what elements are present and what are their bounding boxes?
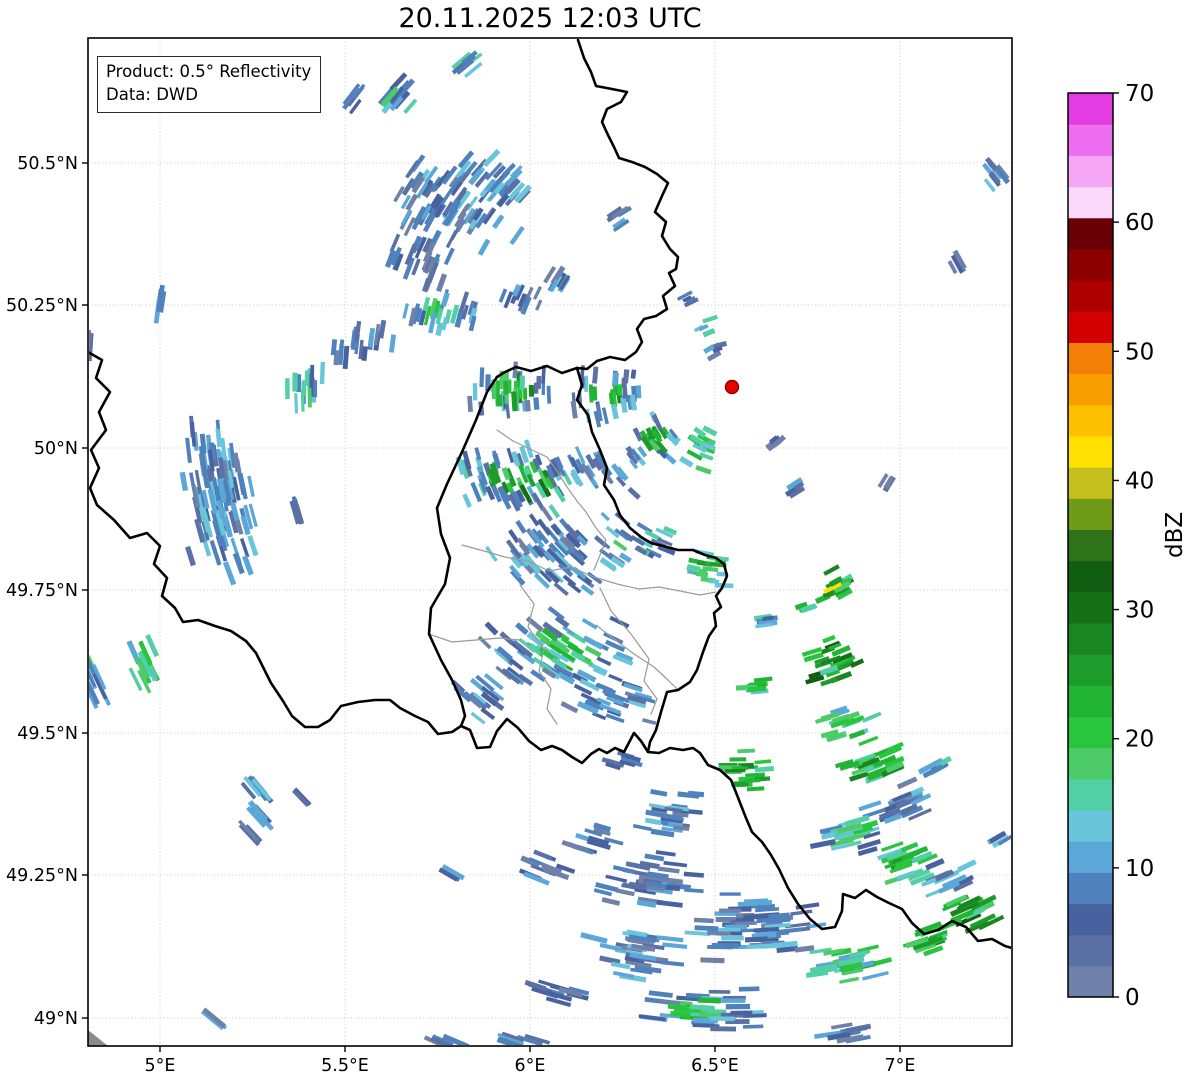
colorbar-tick-label: 60 (1125, 210, 1154, 236)
y-tick-label: 49.5°N (17, 724, 78, 744)
product-line: Product: 0.5° Reflectivity (106, 62, 312, 81)
x-tick-label: 6°E (515, 1056, 546, 1076)
figure-title: 20.11.2025 12:03 UTC (398, 3, 702, 34)
data-source-line: Data: DWD (106, 85, 198, 105)
radar-figure: 5°E 5.5°E 6°E 6.5°E 7°E 50.5°N 50.25°N 50°N 49.7… (0, 0, 1202, 1081)
radar-echoes (89, 50, 1011, 1045)
map-canvas: 5°E 5.5°E 6°E 6.5°E 7°E 50.5°N 50.25°N 50°N 49.7… (6, 37, 1154, 1076)
x-tick-label: 5.5°E (321, 1056, 369, 1076)
y-tick-label: 50.25°N (6, 296, 78, 316)
corner-wedge (88, 1030, 108, 1046)
colorbar-tick-label: 0 (1125, 985, 1140, 1011)
x-tick-label: 5°E (145, 1056, 176, 1076)
product-annotation-box: Product: 0.5° Reflectivity Data: DWD (97, 56, 322, 113)
colorbar-tick-label: 20 (1125, 727, 1154, 753)
colorbar (1067, 92, 1114, 998)
y-tick-label: 50.5°N (17, 154, 78, 174)
y-tick-label: 49.25°N (6, 866, 78, 886)
colorbar-tick-label: 10 (1125, 856, 1154, 882)
y-tick-label: 49°N (34, 1009, 78, 1029)
x-axis-ticks: 5°E 5.5°E 6°E 6.5°E 7°E (145, 1046, 916, 1076)
colorbar-tick-label: 30 (1125, 598, 1154, 624)
y-axis-ticks: 50.5°N 50.25°N 50°N 49.75°N 49.5°N 49.25°N 49°… (6, 154, 88, 1029)
x-tick-label: 6.5°E (691, 1056, 739, 1076)
colorbar-axis-label: dBZ (1162, 511, 1188, 558)
colorbar-tick-label: 40 (1125, 468, 1154, 494)
radar-site-marker (724, 379, 740, 395)
colorbar-ticks: 0 10 20 30 40 50 60 70 (1113, 81, 1154, 1011)
y-tick-label: 49.75°N (6, 581, 78, 601)
colorbar-tick-label: 70 (1125, 81, 1154, 107)
colorbar-tick-label: 50 (1125, 339, 1154, 365)
x-tick-label: 7°E (885, 1056, 916, 1076)
y-tick-label: 50°N (34, 439, 78, 459)
